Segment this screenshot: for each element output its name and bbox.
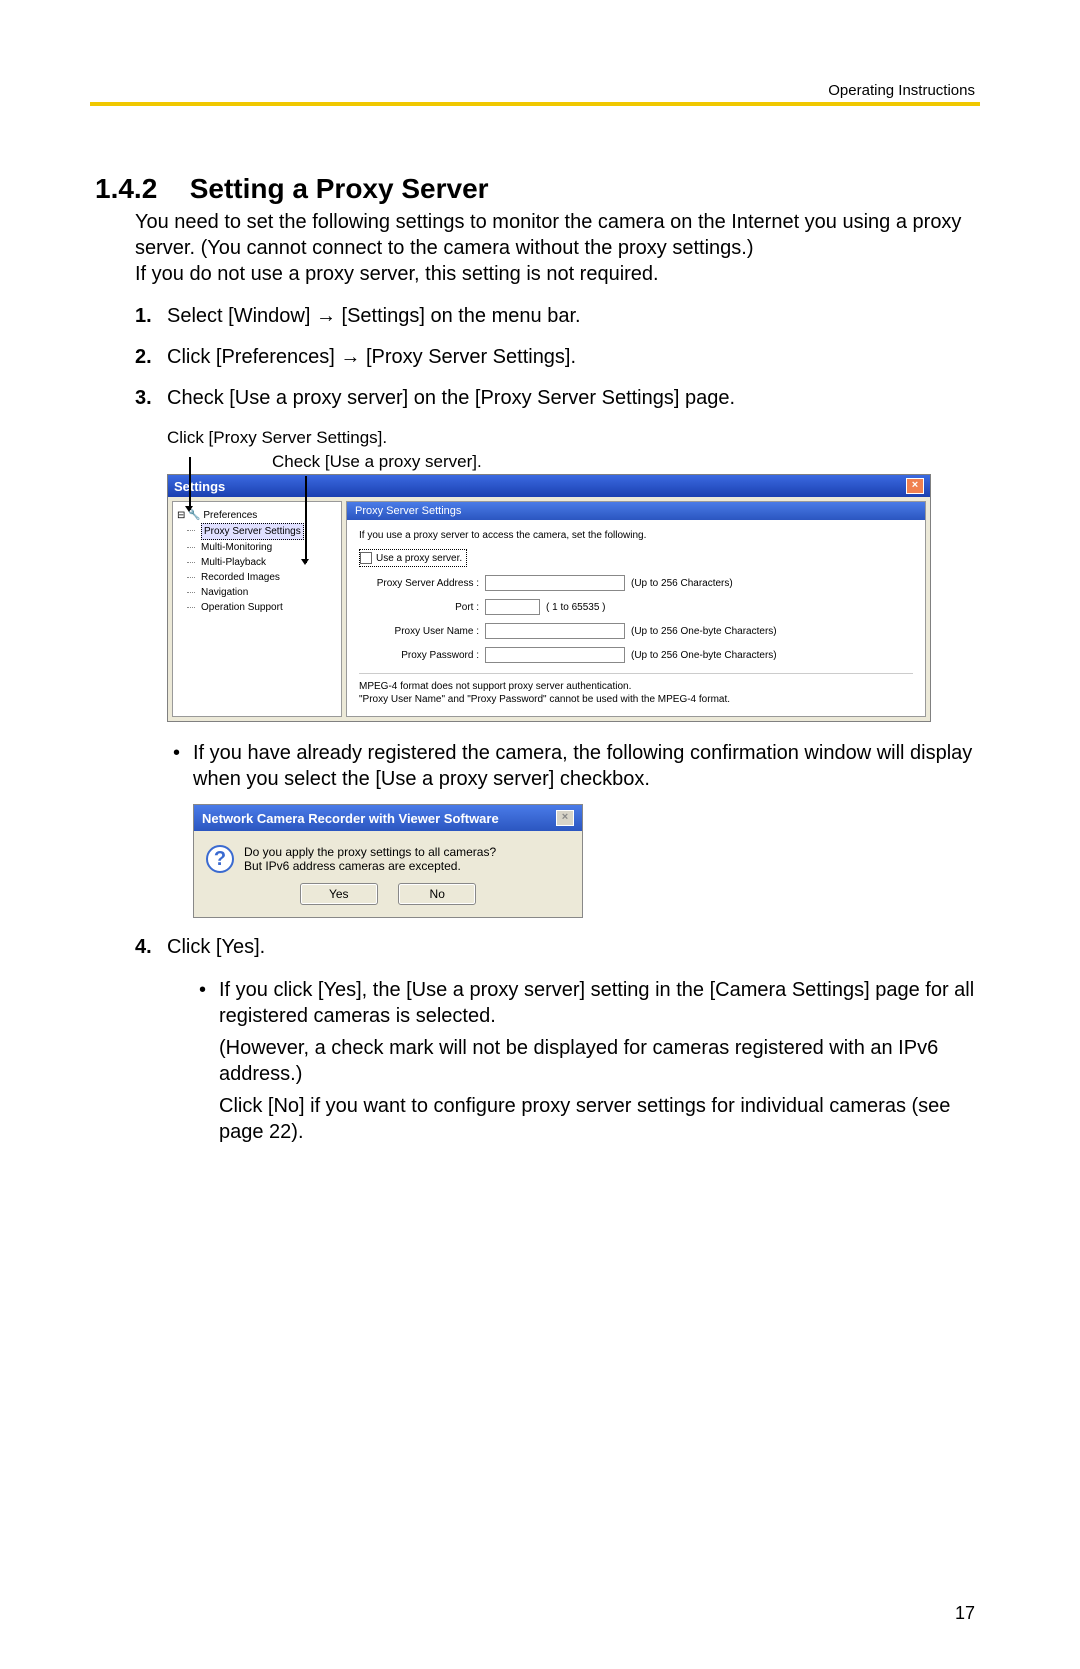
tree-item[interactable]: Recorded Images	[177, 570, 337, 585]
tree-item[interactable]: Multi-Monitoring	[177, 540, 337, 555]
user-input[interactable]	[485, 623, 625, 639]
footnote-2: "Proxy User Name" and "Proxy Password" c…	[359, 693, 913, 706]
label-proxy-address: Proxy Server Address :	[359, 578, 479, 589]
confirmation-dialog: Network Camera Recorder with Viewer Soft…	[193, 804, 583, 918]
use-proxy-checkbox-row[interactable]: Use a proxy server.	[359, 549, 467, 567]
tree-item-proxy[interactable]: Proxy Server Settings	[177, 523, 337, 540]
pane-instruction: If you use a proxy server to access the …	[359, 530, 913, 541]
step-3: 3. Check [Use a proxy server] on the [Pr…	[135, 387, 975, 410]
arrow-icon: →	[340, 346, 366, 368]
page-number: 17	[955, 1603, 975, 1624]
step-4: 4. Click [Yes].	[135, 936, 975, 959]
tree-item[interactable]: Multi-Playback	[177, 555, 337, 570]
arrowhead-icon	[185, 506, 193, 512]
right-pane: Proxy Server Settings If you use a proxy…	[346, 501, 926, 717]
footnote-1: MPEG-4 format does not support proxy ser…	[359, 680, 913, 693]
step4-bullet: If you click [Yes], the [Use a proxy ser…	[193, 977, 975, 1029]
callout-arrow-1	[189, 457, 191, 510]
section-number: 1.4.2	[95, 173, 157, 205]
yes-button[interactable]: Yes	[300, 883, 378, 905]
proxy-address-input[interactable]	[485, 575, 625, 591]
label-password: Proxy Password :	[359, 650, 479, 661]
question-icon: ?	[206, 845, 234, 873]
intro-p2: If you do not use a proxy server, this s…	[135, 261, 975, 287]
close-icon[interactable]: ×	[906, 478, 924, 494]
step4-p2: Click [No] if you want to configure prox…	[219, 1093, 975, 1145]
label-port: Port :	[359, 602, 479, 613]
step-2: 2. Click [Preferences] → [Proxy Server S…	[135, 346, 975, 369]
label-user: Proxy User Name :	[359, 626, 479, 637]
step4-p1: (However, a check mark will not be displ…	[219, 1035, 975, 1087]
callout-2: Check [Use a proxy server].	[272, 452, 975, 472]
intro-p1: You need to set the following settings t…	[135, 209, 975, 261]
top-rule	[90, 102, 980, 106]
header-label: Operating Instructions	[828, 82, 975, 99]
step-1: 1. Select [Window] → [Settings] on the m…	[135, 305, 975, 328]
tree-item[interactable]: Operation Support	[177, 600, 337, 615]
dialog-line2: But IPv6 address cameras are excepted.	[244, 859, 496, 873]
pane-title: Proxy Server Settings	[347, 502, 925, 520]
tree-item[interactable]: Navigation	[177, 585, 337, 600]
dialog-line1: Do you apply the proxy settings to all c…	[244, 845, 496, 859]
no-button[interactable]: No	[398, 883, 476, 905]
callout-1: Click [Proxy Server Settings].	[167, 428, 975, 448]
tree-pane: ⊟ 🔧 Preferences Proxy Server Settings Mu…	[172, 501, 342, 717]
arrow-icon: →	[316, 305, 342, 327]
dialog-close-icon[interactable]: ×	[556, 810, 574, 826]
port-input[interactable]	[485, 599, 540, 615]
titlebar: Settings ×	[168, 475, 930, 497]
section-title: Setting a Proxy Server	[190, 173, 489, 205]
password-input[interactable]	[485, 647, 625, 663]
dialog-title: Network Camera Recorder with Viewer Soft…	[202, 811, 499, 826]
checkbox-icon[interactable]	[360, 552, 372, 564]
window-title: Settings	[174, 479, 225, 494]
settings-window: Settings × ⊟ 🔧 Preferences Proxy Server …	[167, 474, 931, 722]
bullet-confirmation: If you have already registered the camer…	[167, 740, 975, 792]
